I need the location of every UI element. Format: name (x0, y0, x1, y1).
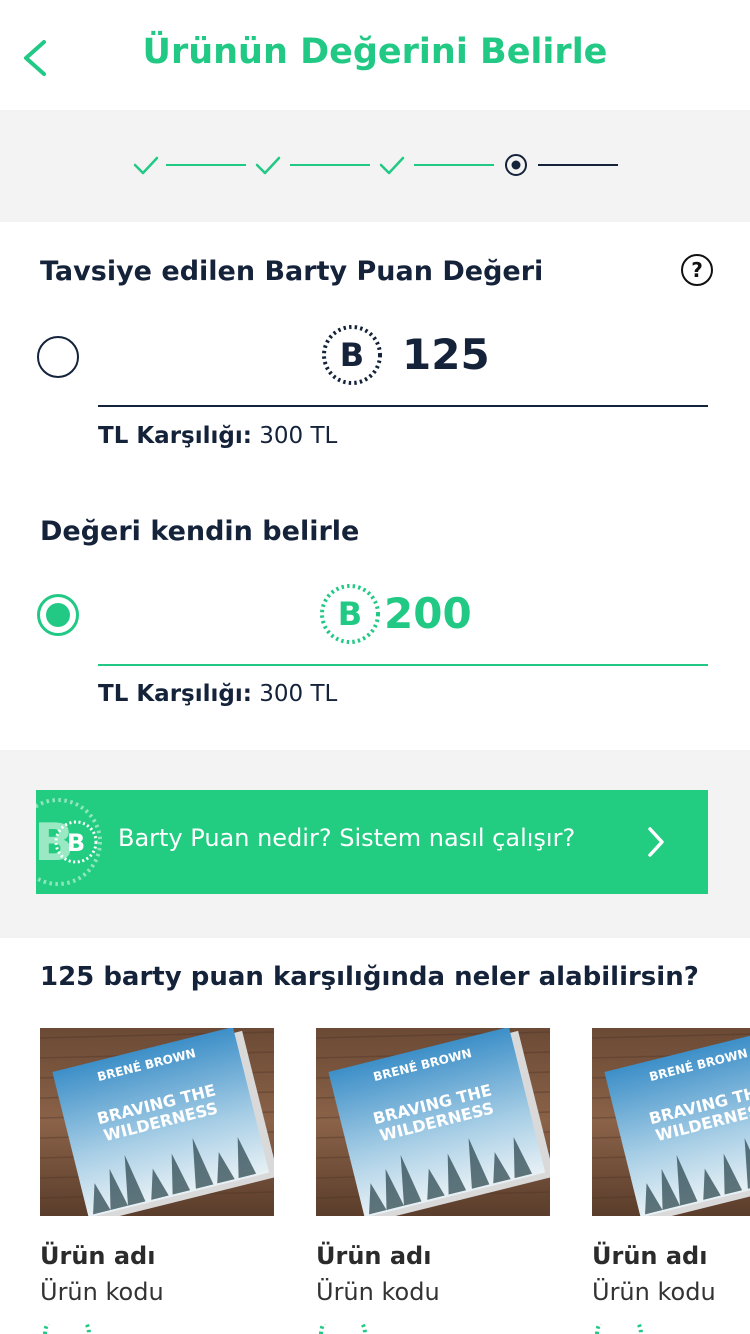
info-banner-text: Barty Puan nedir? Sistem nasıl çalışır? (118, 824, 576, 852)
book-cover-image: BRENÉ BROWNBRAVING THEWILDERNESS (40, 1028, 274, 1216)
recommended-radio[interactable] (37, 336, 79, 378)
progress-stepper (0, 110, 750, 222)
product-image: BRENÉ BROWN BRAVING THE WILDERNESS (40, 1028, 274, 1216)
tl-value: 300 TL (259, 681, 338, 707)
custom-value-input[interactable]: 200 (384, 589, 472, 638)
recommended-value: 125 (402, 330, 490, 379)
recommended-label: Tavsiye edilen Barty Puan Değeri (40, 256, 544, 287)
step-3-check-icon (379, 156, 405, 175)
step-2-check-icon (255, 156, 281, 175)
book-cover-image: BRENÉ BROWNBRAVING THEWILDERNESS (316, 1028, 550, 1216)
step-4-current-icon (505, 154, 527, 176)
product-card[interactable]: BRENÉ BROWN BRAVING THE WILDERNESS Ürün ad… (592, 1028, 750, 1334)
step-1-check-icon (133, 156, 159, 175)
svg-text:B: B (67, 829, 85, 857)
product-card[interactable]: BRENÉ BROWN BRAVING THE WILDERNESS Ürün ad… (40, 1028, 274, 1334)
product-image: BRENÉ BROWN BRAVING THE WILDERNESS (592, 1028, 750, 1216)
tl-label: TL Karşılığı: (98, 423, 252, 449)
page-title: Ürünün Değerini Belirle (142, 32, 608, 72)
app-header: Ürünün Değerini Belirle (0, 0, 750, 110)
barty-coin-icon: B (320, 584, 380, 644)
svg-text:B: B (338, 595, 362, 633)
info-banner[interactable]: B B Barty Puan nedir? Sistem nasıl çalış… (36, 790, 708, 894)
barty-coin-icon (43, 1324, 91, 1334)
product-name: Ürün adı (316, 1242, 432, 1270)
svg-text:?: ? (691, 258, 703, 282)
products-section: 125 barty puan karşılığında neler alabil… (0, 938, 750, 1334)
value-card: Tavsiye edilen Barty Puan Değeri ? B 125… (0, 222, 750, 750)
product-code: Ürün kodu (40, 1278, 164, 1306)
book-cover-image: BRENÉ BROWNBRAVING THEWILDERNESS (592, 1028, 750, 1216)
recommended-tl-equivalent: TL Karşılığı: 300 TL (98, 423, 337, 449)
tl-label: TL Karşılığı: (98, 681, 252, 707)
product-code: Ürün kodu (316, 1278, 440, 1306)
barty-coin-icon (319, 1324, 367, 1334)
tl-value: 300 TL (259, 423, 338, 449)
custom-underline (98, 664, 708, 666)
chevron-right-icon (648, 827, 664, 857)
products-title: 125 barty puan karşılığında neler alabil… (40, 962, 699, 992)
product-image: BRENÉ BROWN BRAVING THE WILDERNESS (316, 1028, 550, 1216)
radio-selected-dot (46, 603, 70, 627)
help-icon[interactable]: ? (680, 253, 714, 287)
barty-coin-icon: B (322, 325, 382, 385)
barty-coin-icon (595, 1324, 643, 1334)
custom-radio[interactable] (37, 594, 79, 636)
product-card[interactable]: BRENÉ BROWN BRAVING THE WILDERNESS Ürün ad… (316, 1028, 550, 1334)
custom-label: Değeri kendin belirle (40, 516, 360, 547)
product-code: Ürün kodu (592, 1278, 716, 1306)
custom-tl-equivalent: TL Karşılığı: 300 TL (98, 681, 337, 707)
barty-coin-icon: B B (36, 798, 102, 886)
svg-text:B: B (340, 336, 364, 374)
product-name: Ürün adı (592, 1242, 708, 1270)
product-name: Ürün adı (40, 1242, 156, 1270)
recommended-underline (98, 405, 708, 407)
